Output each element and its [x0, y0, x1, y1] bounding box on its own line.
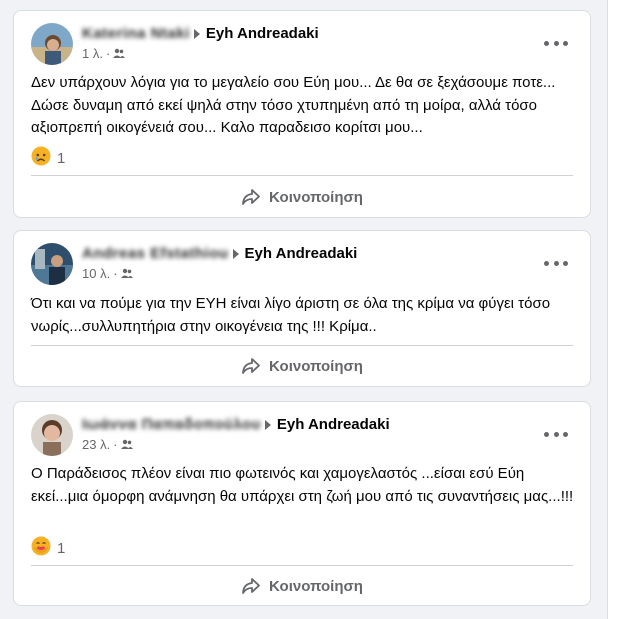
share-button[interactable]: Κοινοποίηση [14, 357, 590, 375]
share-arrow-icon [242, 578, 260, 594]
separator-dot: · [113, 266, 118, 281]
shared-to-arrow-icon [193, 28, 200, 39]
author-avatar[interactable] [31, 23, 73, 65]
reaction-summary[interactable]: 1 [31, 536, 65, 560]
more-options-button[interactable] [544, 255, 568, 271]
author-avatar[interactable] [31, 243, 73, 285]
share-button[interactable]: Κοινοποίηση [14, 577, 590, 595]
separator-dot: · [105, 46, 111, 61]
shared-to-arrow-icon [232, 248, 239, 259]
post-time[interactable]: 10 λ. [82, 266, 110, 281]
post-text: Ο Παράδεισος πλέον είναι πιο φωτεινός κα… [31, 465, 574, 505]
sad-reaction-icon [31, 146, 51, 170]
action-divider [31, 175, 573, 176]
post-card: Ιωάννα Παπαδοπούλου Eyh Andreadaki 23 λ.… [13, 401, 591, 606]
share-arrow-icon [242, 358, 260, 374]
author-name[interactable]: Ιωάννα Παπαδοπούλου [82, 416, 261, 433]
reaction-count: 1 [57, 149, 66, 167]
shared-to-arrow-icon [264, 419, 271, 430]
separator-dot: · [113, 437, 118, 452]
friends-icon [113, 46, 126, 61]
share-label: Κοινοποίηση [269, 577, 363, 595]
share-arrow-icon [242, 189, 260, 205]
post-text: Ότι και να πούμε για την ΕΥΗ είναι λίγο … [31, 295, 551, 335]
post-card: Katerina Ntaki Eyh Andreadaki 1 λ. · Δεν… [13, 10, 591, 218]
more-options-button[interactable] [544, 426, 568, 442]
action-divider [31, 345, 573, 346]
action-divider [31, 565, 573, 566]
post-time[interactable]: 23 λ. [82, 437, 110, 452]
more-options-button[interactable] [544, 35, 568, 51]
post-text: Δεν υπάρχουν λόγια για το μεγαλείο σου Ε… [31, 74, 556, 136]
target-profile-name[interactable]: Eyh Andreadaki [206, 25, 319, 42]
friends-icon [120, 437, 133, 452]
author-avatar[interactable] [31, 414, 73, 456]
friends-icon [120, 266, 133, 281]
target-profile-name[interactable]: Eyh Andreadaki [245, 245, 358, 262]
author-name[interactable]: Andreas Efstathiou [82, 245, 229, 262]
post-time[interactable]: 1 λ. [82, 46, 103, 61]
scrollbar-track[interactable] [607, 0, 640, 619]
care-reaction-icon [31, 536, 51, 560]
target-profile-name[interactable]: Eyh Andreadaki [277, 416, 390, 433]
share-button[interactable]: Κοινοποίηση [14, 188, 590, 206]
share-label: Κοινοποίηση [269, 357, 363, 375]
reaction-count: 1 [57, 539, 66, 557]
post-card: Andreas Efstathiou Eyh Andreadaki 10 λ. … [13, 230, 591, 387]
share-label: Κοινοποίηση [269, 188, 363, 206]
author-name[interactable]: Katerina Ntaki [82, 25, 190, 42]
reaction-summary[interactable]: 1 [31, 146, 65, 170]
